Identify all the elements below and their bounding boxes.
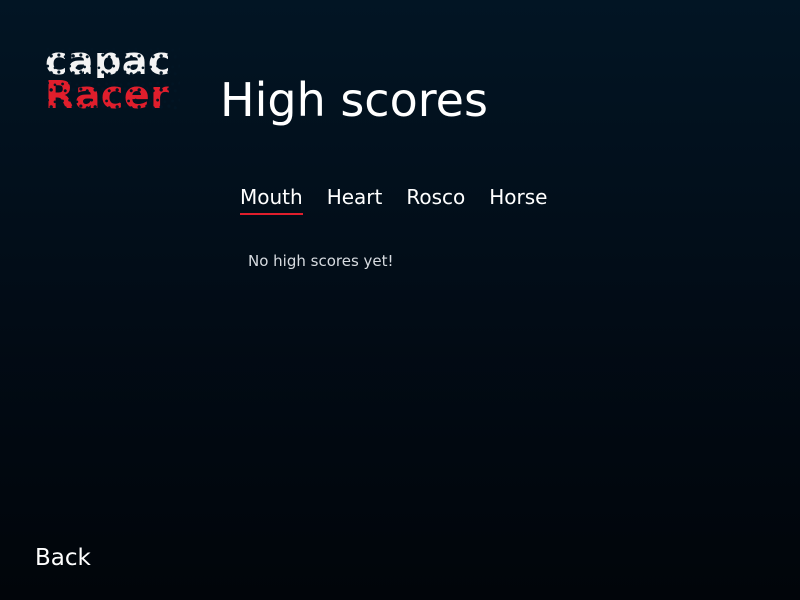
game-logo: capac Racer [45, 44, 180, 124]
logo-line-1: capac [45, 44, 180, 78]
tab-heart[interactable]: Heart [327, 183, 383, 215]
tab-mouth[interactable]: Mouth [240, 183, 303, 215]
character-tabs: Mouth Heart Rosco Horse [240, 183, 547, 215]
back-button[interactable]: Back [35, 543, 91, 573]
logo-line-2: Racer [45, 78, 180, 112]
empty-scores-message: No high scores yet! [248, 252, 394, 270]
tab-horse[interactable]: Horse [489, 183, 547, 215]
page-title: High scores [220, 73, 488, 127]
tab-rosco[interactable]: Rosco [406, 183, 465, 215]
